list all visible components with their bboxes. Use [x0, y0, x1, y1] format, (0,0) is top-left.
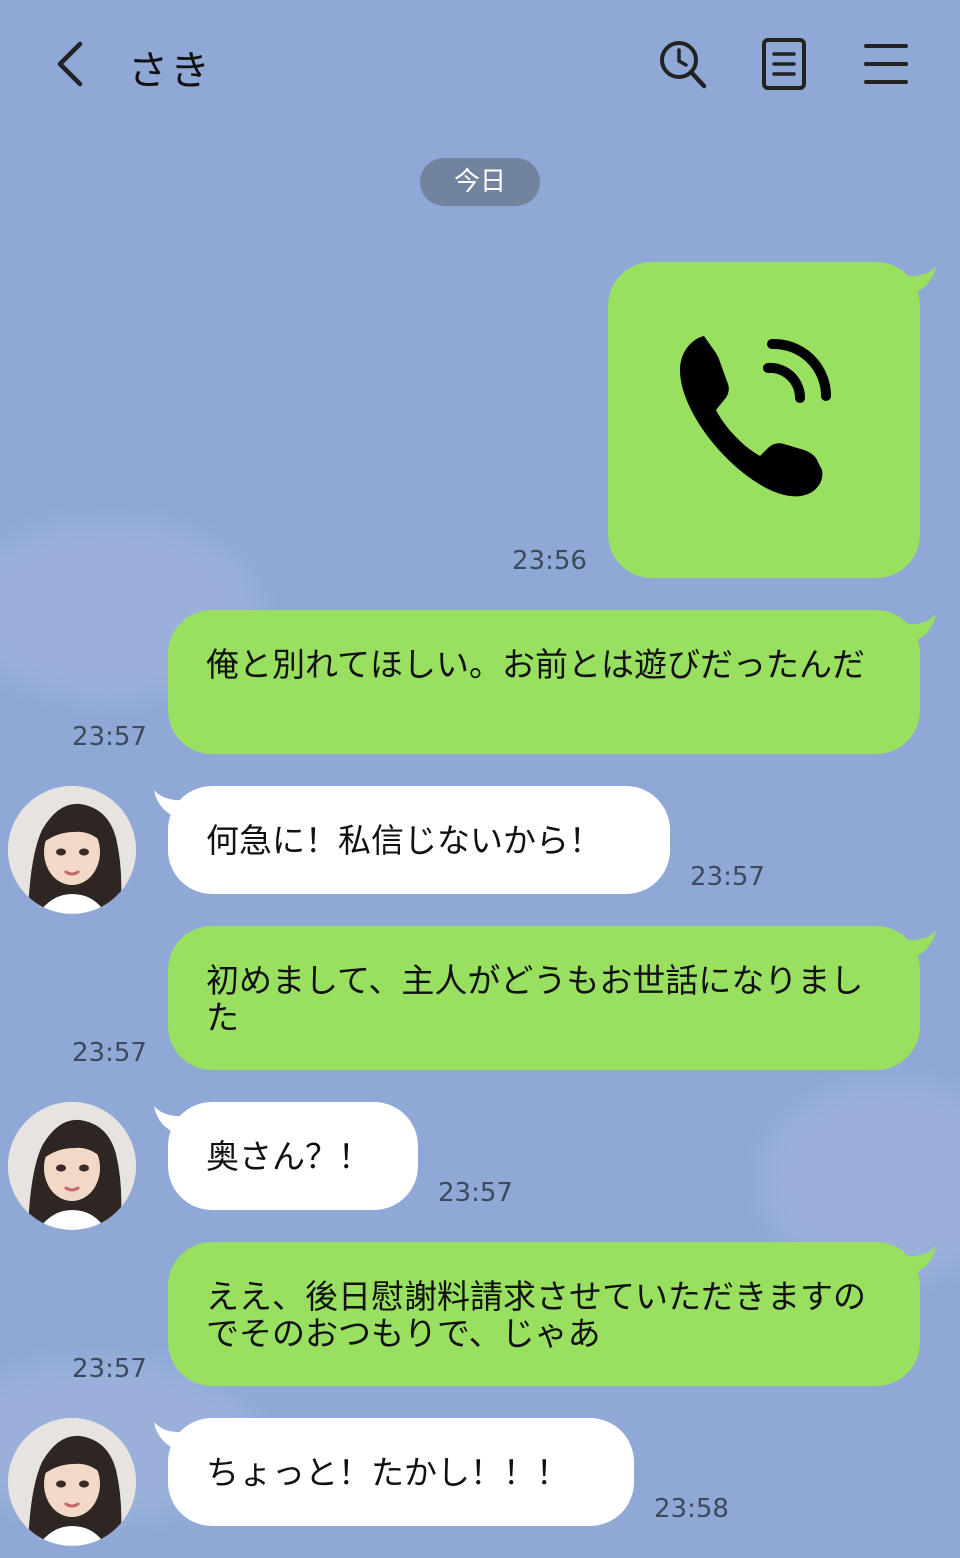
message-time: 23:57: [438, 1178, 513, 1208]
contact-name[interactable]: さき: [128, 38, 212, 96]
date-separator: 今日: [420, 158, 540, 206]
avatar[interactable]: [8, 1102, 136, 1230]
search-icon[interactable]: [654, 36, 710, 92]
message-text: ちょっと！たかし！！！: [206, 1453, 569, 1492]
message-time: 23:57: [690, 862, 765, 892]
message-text: ええ、後日慰謝料請求させていただきますのでそのおつもりで、じゃあ: [206, 1277, 866, 1353]
message-time: 23:57: [72, 1354, 147, 1384]
message-text: 奥さん？！: [206, 1137, 371, 1176]
received-message-bubble[interactable]: ちょっと！たかし！！！: [154, 1418, 634, 1526]
sent-message-bubble[interactable]: 初めまして、主人がどうもお世話になりました: [168, 926, 936, 1070]
chat-header: さき: [0, 0, 960, 130]
message-text: 何急に！私信じないから！: [206, 821, 602, 860]
message-time: 23:57: [72, 1038, 147, 1068]
received-message-bubble[interactable]: 奥さん？！: [154, 1102, 418, 1210]
avatar[interactable]: [8, 1418, 136, 1546]
back-chevron-icon[interactable]: [44, 34, 100, 94]
message-time: 23:58: [654, 1494, 729, 1524]
received-message-bubble[interactable]: 何急に！私信じないから！: [154, 786, 670, 894]
phone-call-icon: [676, 326, 856, 506]
message-text: 初めまして、主人がどうもお世話になりました: [206, 961, 864, 1037]
message-time: 23:57: [72, 722, 147, 752]
message-text: 俺と別れてほしい。お前とは遊びだったんだ: [206, 645, 866, 684]
notes-icon[interactable]: [756, 36, 812, 92]
avatar[interactable]: [8, 786, 136, 914]
call-message-bubble[interactable]: [608, 262, 936, 578]
message-time: 23:56: [512, 546, 587, 576]
menu-icon[interactable]: [858, 36, 914, 92]
sent-message-bubble[interactable]: 俺と別れてほしい。お前とは遊びだったんだ: [168, 610, 936, 754]
sent-message-bubble[interactable]: ええ、後日慰謝料請求させていただきますのでそのおつもりで、じゃあ: [168, 1242, 936, 1386]
